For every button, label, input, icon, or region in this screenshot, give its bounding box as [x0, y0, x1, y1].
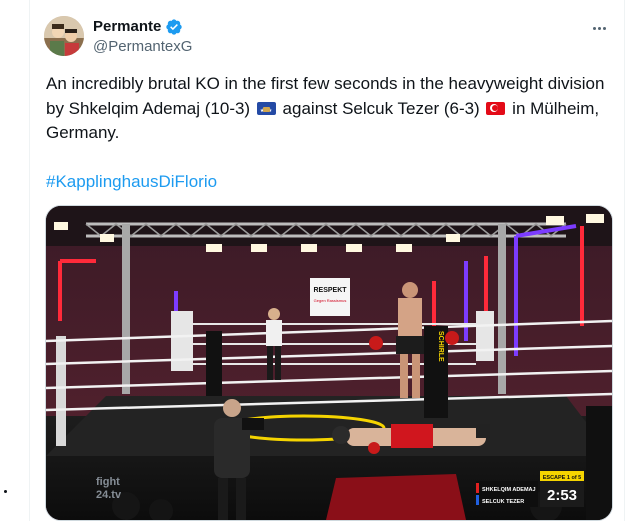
respekt-banner-sub: Gegen Rassismus — [314, 298, 347, 303]
scoreboard-fighter2: SELCUK TEZER — [482, 499, 524, 505]
kosovo-flag-icon — [256, 101, 276, 115]
scoreboard-fighter1: SHKELQIM ADEMAJ — [482, 487, 536, 493]
timeline-right-border — [624, 0, 625, 521]
tweet-media-video[interactable]: RESPEKT Gegen Rassismus SCHIRLE fight 24… — [45, 205, 613, 521]
verified-badge-icon — [166, 19, 183, 35]
scoreboard-round: ESCAPE 1 of 5 — [543, 475, 582, 481]
author-block: Permante @PermantexG — [93, 17, 192, 57]
avatar[interactable] — [44, 16, 84, 56]
bullet-dot — [4, 490, 7, 493]
tweet-text-part2: against Selcuk Tezer (6-3) — [277, 98, 485, 118]
author-name-row: Permante — [93, 17, 192, 37]
timeline-left-border — [29, 0, 30, 521]
scoreboard-time: 2:53 — [547, 487, 577, 504]
ring-pad-text: SCHIRLE — [437, 331, 444, 362]
watermark-line1: fight — [96, 476, 120, 488]
more-options-icon[interactable] — [588, 18, 610, 38]
author-handle[interactable]: @PermantexG — [93, 37, 192, 57]
respekt-banner: RESPEKT — [313, 287, 347, 294]
tweet-text: An incredibly brutal KO in the first few… — [46, 72, 612, 146]
author-name[interactable]: Permante — [93, 17, 161, 37]
turkey-flag-icon — [486, 101, 506, 115]
watermark-line2: 24.tv — [96, 489, 122, 501]
hashtag-link[interactable]: #KapplinghausDiFlorio — [46, 170, 217, 194]
